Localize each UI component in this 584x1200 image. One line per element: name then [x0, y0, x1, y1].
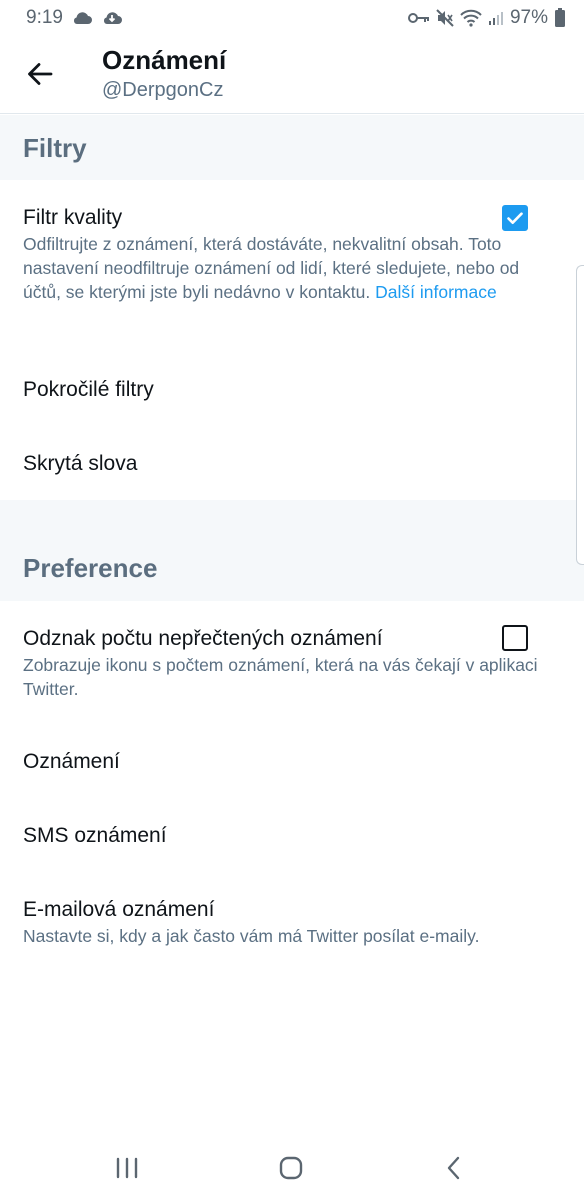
back-button[interactable]	[22, 56, 58, 92]
battery-icon	[554, 8, 566, 28]
chevron-left-icon	[447, 1156, 460, 1180]
section-header-preferences: Preference	[0, 500, 584, 601]
scrollbar[interactable]	[576, 265, 584, 565]
app-header: Oznámení @DerpgonCz	[0, 36, 584, 114]
wifi-icon	[460, 9, 482, 27]
status-right: 97%	[407, 7, 566, 29]
row-title: Filtr kvality	[23, 206, 123, 229]
push-notifications-row[interactable]: Oznámení	[0, 725, 584, 799]
recent-apps-icon	[116, 1157, 138, 1179]
key-icon	[407, 11, 430, 25]
battery-percent: 97%	[509, 7, 548, 28]
quality-filter-row[interactable]: Filtr kvality Odfiltrujte z oznámení, kt…	[0, 180, 584, 340]
row-title: Odznak počtu nepřečtených oznámení	[23, 627, 383, 650]
row-description: Zobrazuje ikonu s počtem oznámení, která…	[23, 655, 538, 699]
row-title: Oznámení	[23, 750, 120, 773]
arrow-left-icon	[28, 63, 53, 85]
section-header-filters: Filtry	[0, 115, 584, 180]
home-button[interactable]	[271, 1153, 311, 1183]
row-description: Odfiltrujte z oznámení, která dostáváte,…	[23, 232, 553, 304]
section-label: Preference	[23, 553, 158, 583]
page-title: Oznámení	[102, 45, 227, 75]
recent-apps-button[interactable]	[107, 1153, 147, 1183]
cloud-icon	[71, 10, 93, 26]
account-handle: @DerpgonCz	[102, 79, 224, 101]
system-nav-bar	[0, 1135, 584, 1200]
row-title: Skrytá slova	[23, 452, 138, 475]
check-icon	[507, 212, 523, 224]
unread-badge-row[interactable]: Odznak počtu nepřečtených oznámení Zobra…	[0, 601, 584, 713]
cloud-sync-icon	[101, 10, 123, 26]
sms-notifications-row[interactable]: SMS oznámení	[0, 799, 584, 873]
system-back-button[interactable]	[434, 1153, 474, 1183]
home-icon	[279, 1156, 303, 1180]
status-bar: 9:19 97%	[0, 0, 584, 36]
section-label: Filtry	[23, 133, 87, 163]
row-title: E-mailová oznámení	[23, 898, 215, 921]
signal-icon	[488, 10, 504, 26]
unread-badge-checkbox[interactable]	[502, 625, 528, 651]
row-title: Pokročilé filtry	[23, 378, 154, 401]
status-left: 9:19	[26, 7, 123, 29]
row-description: Nastavte si, kdy a jak často vám má Twit…	[23, 926, 480, 946]
learn-more-link[interactable]: Další informace	[375, 282, 497, 302]
email-notifications-row[interactable]: E-mailová oznámení Nastavte si, kdy a ja…	[0, 873, 584, 963]
row-title: SMS oznámení	[23, 824, 167, 847]
muted-words-row[interactable]: Skrytá slova	[0, 428, 584, 500]
quality-filter-checkbox[interactable]	[502, 205, 528, 231]
advanced-filters-row[interactable]: Pokročilé filtry	[0, 354, 584, 428]
mute-icon	[436, 9, 454, 27]
status-time: 9:19	[26, 7, 63, 28]
